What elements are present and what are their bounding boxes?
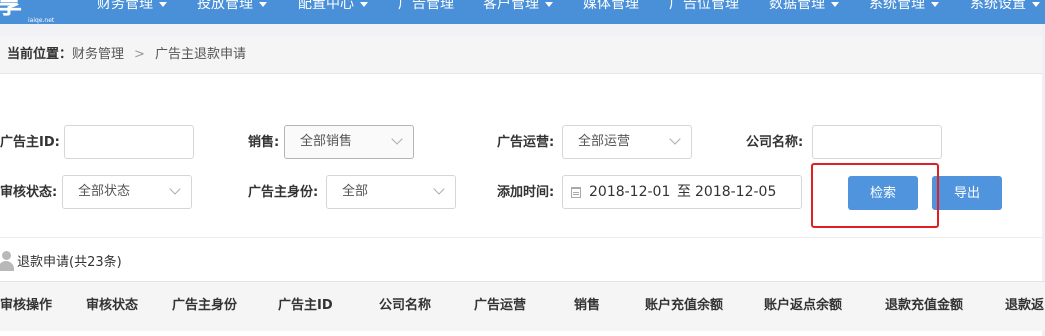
date-range-separator: 至 [677, 184, 691, 200]
calendar-icon [571, 187, 581, 198]
user-icon-body [0, 261, 14, 271]
caret-down-icon [159, 1, 167, 7]
user-icon [0, 251, 14, 271]
column-header: 公司名称 [379, 298, 432, 313]
nav-label: 配置中心 [298, 0, 354, 12]
add-time-label: 添加时间: [497, 185, 555, 200]
nav-label: 投放管理 [197, 0, 253, 12]
nav-item-adslots[interactable]: 广告位管理 [669, 0, 739, 13]
nav-label: 系统管理 [869, 0, 925, 12]
caret-down-icon [545, 1, 553, 7]
nav-item-finance[interactable]: 财务管理 [97, 0, 167, 13]
user-icon-head [2, 251, 11, 260]
nav-item-customers[interactable]: 客户管理 [483, 0, 553, 13]
column-header: 销售 [574, 298, 601, 313]
advertiser-id-label: 广告主ID: [0, 135, 60, 150]
section-divider [0, 237, 1042, 238]
advertiser-identity-select-value: 全部 [342, 184, 369, 199]
column-header: 广告运营 [474, 298, 527, 313]
sales-label: 销售: [248, 135, 280, 150]
ad-operation-label: 广告运营: [497, 135, 555, 150]
company-name-input[interactable] [812, 125, 942, 159]
review-status-select[interactable]: 全部状态 [62, 175, 192, 209]
column-header: 审核操作 [0, 298, 53, 313]
column-header: 退款充值金额 [885, 298, 964, 313]
column-header: 账户返点余额 [764, 298, 843, 313]
page-gutter [0, 24, 1045, 36]
chevron-down-icon [669, 133, 681, 145]
nav-item-ads[interactable]: 广告管理 [398, 0, 454, 13]
date-start: 2018-12-01 [589, 184, 671, 200]
breadcrumb: 当前位置：财务管理 > 广告主退款申请 [0, 36, 1042, 74]
caret-down-icon [259, 1, 267, 7]
nav-label: 财务管理 [97, 0, 153, 12]
nav-label: 客户管理 [483, 0, 539, 12]
column-header: 账户充值余额 [645, 298, 724, 313]
logo-small-text: iaiqe.net [28, 17, 55, 24]
breadcrumb-prefix: 当前位置： [7, 47, 73, 62]
logo[interactable]: 享 iaiqe.net [0, 0, 68, 24]
annotation-highlight-box [811, 163, 939, 228]
sales-select-value: 全部销售 [300, 134, 353, 149]
breadcrumb-current: 广告主退款申请 [154, 47, 246, 62]
column-header: 广告主ID [278, 298, 333, 313]
column-header: 审核状态 [86, 298, 139, 313]
column-header: 退款返 [1005, 298, 1045, 313]
nav-item-media[interactable]: 媒体管理 [583, 0, 639, 13]
ad-operation-select-value: 全部运营 [578, 134, 631, 149]
advertiser-identity-label: 广告主身份: [248, 185, 319, 200]
review-status-label: 审核状态: [0, 185, 58, 200]
table-header: 审核操作 审核状态 广告主身份 广告主ID 公司名称 广告运营 销售 账户充值余… [0, 281, 1045, 331]
date-range-input[interactable]: 2018-12-01 至 2018-12-05 [562, 175, 802, 209]
nav-label: 数据管理 [769, 0, 825, 12]
nav-label: 广告管理 [398, 0, 454, 12]
ad-operation-select[interactable]: 全部运营 [562, 125, 692, 159]
caret-down-icon [1032, 1, 1040, 7]
sales-select[interactable]: 全部销售 [284, 125, 414, 159]
column-header: 广告主身份 [172, 298, 238, 313]
chevron-down-icon [169, 183, 181, 195]
breadcrumb-finance[interactable]: 财务管理 [72, 47, 124, 62]
logo-text: 享 [0, 0, 24, 20]
nav-item-data[interactable]: 数据管理 [769, 0, 839, 13]
nav-label: 广告位管理 [669, 0, 739, 12]
breadcrumb-separator: > [134, 47, 145, 62]
nav-item-settings[interactable]: 系统设置 [970, 0, 1040, 13]
advertiser-identity-select[interactable]: 全部 [326, 175, 456, 209]
company-name-label: 公司名称: [746, 135, 804, 150]
nav-item-config[interactable]: 配置中心 [298, 0, 368, 13]
nav-item-delivery[interactable]: 投放管理 [197, 0, 267, 13]
review-status-select-value: 全部状态 [78, 184, 131, 199]
advertiser-id-input[interactable] [64, 125, 194, 159]
date-end: 2018-12-05 [695, 184, 777, 200]
chevron-down-icon [433, 183, 445, 195]
chevron-down-icon [391, 133, 403, 145]
caret-down-icon [931, 1, 939, 7]
caret-down-icon [831, 1, 839, 7]
top-nav: 享 iaiqe.net 财务管理 投放管理 配置中心 广告管理 客户管理 媒体管… [0, 0, 1045, 24]
nav-item-system[interactable]: 系统管理 [869, 0, 939, 13]
list-title: 退款申请(共23条) [17, 255, 122, 270]
nav-label: 媒体管理 [583, 0, 639, 12]
nav-label: 系统设置 [970, 0, 1026, 12]
caret-down-icon [360, 1, 368, 7]
export-button[interactable]: 导出 [932, 176, 1002, 210]
